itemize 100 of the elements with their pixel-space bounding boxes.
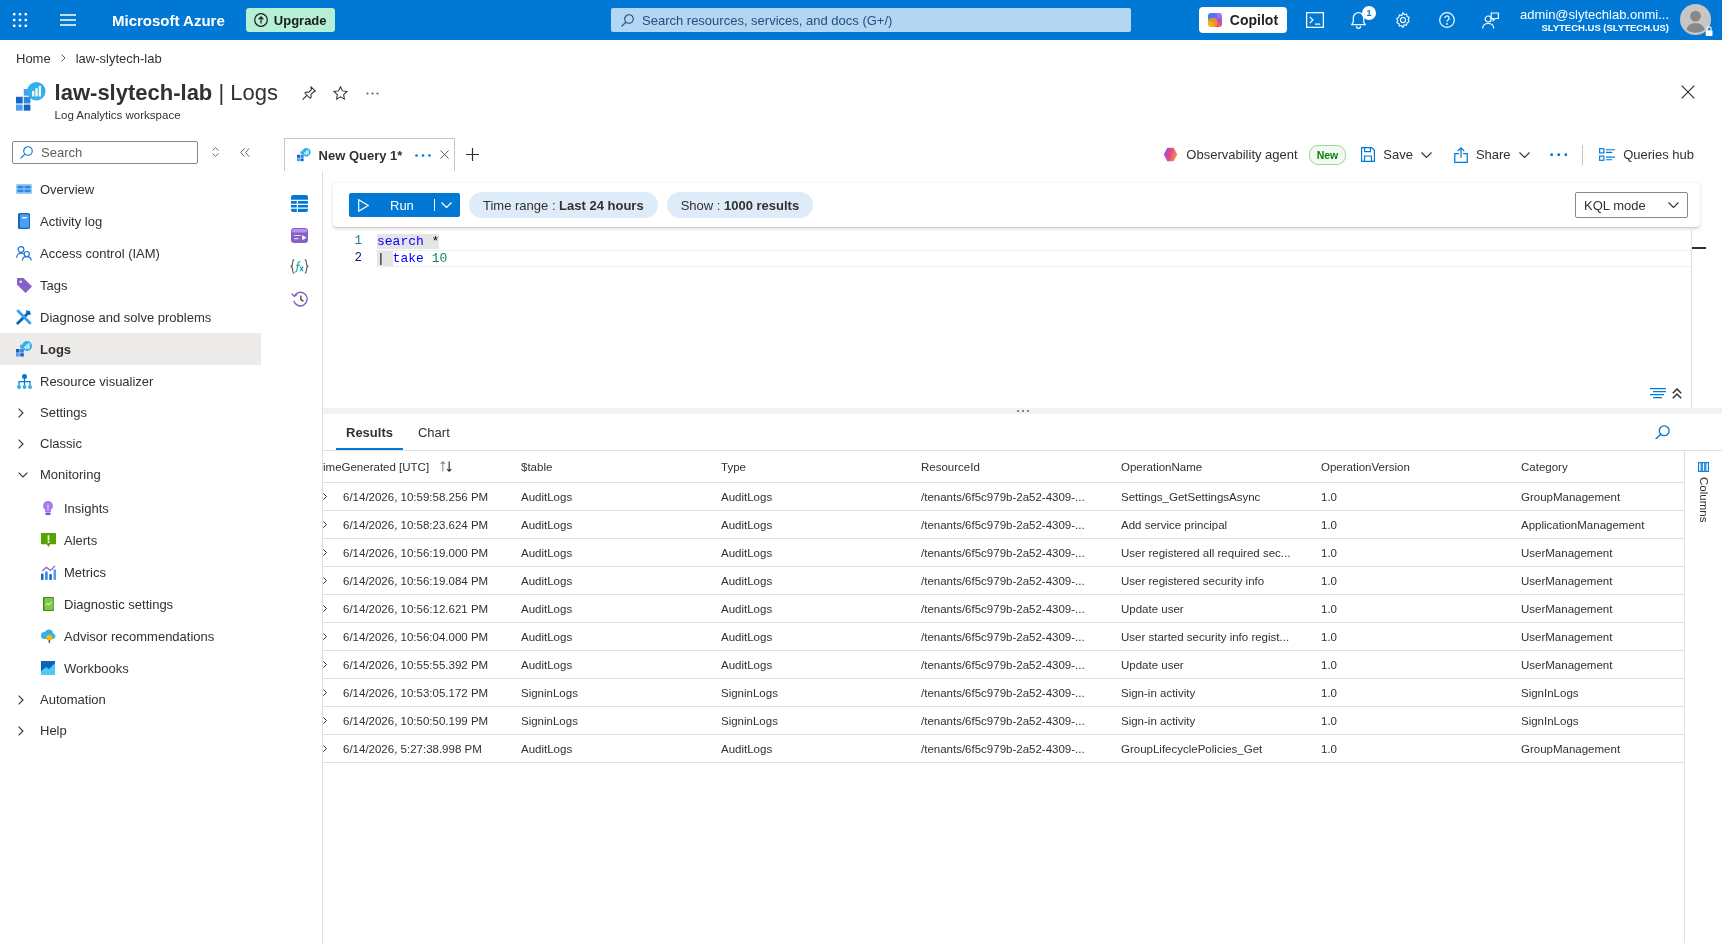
column-header[interactable]: Type [708,451,908,482]
table-cell-text: AuditLogs [520,657,574,673]
table-cell-text: 1.0 [1320,713,1338,729]
notifications-button[interactable]: 1 [1336,0,1381,40]
sidebar-item[interactable]: Alerts [0,524,261,556]
table-cell-text: Sign-in activity [1120,713,1197,729]
columns-panel-button[interactable]: Columns [1697,451,1710,523]
breadcrumb-link[interactable]: Home [16,50,51,66]
sidebar-item[interactable]: Workbooks [0,652,261,684]
chevron-right-icon[interactable] [323,717,327,724]
alert-icon [40,533,56,547]
column-header[interactable]: ResourceId [908,451,1108,482]
sidebar-item[interactable]: Logs [0,333,261,365]
chevron-right-icon[interactable] [323,493,327,500]
upgrade-button[interactable]: Upgrade [245,8,335,32]
results-tab[interactable]: Results [336,414,403,450]
table-cell-text: /tenants/6f5c979b-2a52-4309-... [920,517,1086,533]
table-cell-text: User registered all required sec... [1120,545,1292,561]
cloud-icon [40,629,56,643]
result-limit-button[interactable]: Show : 1000 results [666,192,814,218]
chevron-right-icon[interactable] [323,577,327,584]
save-button[interactable]: Save [1358,139,1435,170]
lightbulb-icon [43,501,53,515]
column-header[interactable]: Category [1508,451,1684,482]
observability-agent-button[interactable]: Observability agent [1160,139,1301,170]
run-button[interactable]: Run [349,193,460,217]
column-header[interactable]: OperationName [1108,451,1308,482]
mode-dropdown[interactable]: KQL mode [1575,192,1688,218]
table-cell: 6/14/2026, 10:56:19.084 PM [343,574,489,587]
table-cell-text: /tenants/6f5c979b-2a52-4309-... [920,741,1086,757]
table-cell-text: 1.0 [1320,545,1338,561]
results-tab[interactable]: Chart [407,414,460,450]
sidebar-group[interactable]: Classic [0,428,261,459]
sort-icon [440,461,453,472]
sidebar-item[interactable]: Diagnostic settings [0,588,261,620]
column-header[interactable]: $table [508,451,708,482]
code-line[interactable]: | take 10 [375,250,1691,267]
table-cell-text: SigninLogs [520,685,579,701]
sidebar-item[interactable]: Tags [0,269,261,301]
table-cell-text: AuditLogs [520,629,574,645]
account-button[interactable]: admin@slytechlab.onmi... SLYTECH.US (SLYTECH.US) [1519,0,1713,40]
history-icon [290,291,308,307]
table-cell-text: AuditLogs [720,489,774,505]
copilot-button[interactable]: Copilot [1198,7,1287,33]
search-button[interactable] [1655,424,1670,440]
table-cell-text: AuditLogs [720,517,774,533]
sidebar-item[interactable]: Insights [0,492,261,524]
sidebar-group[interactable]: Settings [0,397,261,428]
share-button[interactable]: Share [1450,139,1533,170]
table-cell: 6/14/2026, 5:27:38.998 PM [343,742,482,755]
chevron-right-icon[interactable] [323,549,327,556]
chevron-right-icon[interactable] [323,689,327,696]
more-icon [414,153,431,157]
table-cell-text: Add service principal [1120,517,1229,533]
sidebar-item[interactable]: Activity log [0,205,261,237]
column-header[interactable]: imeGenerated [UTC] [323,451,508,482]
search-field[interactable]: Search [12,140,198,164]
page-subtitle: Log Analytics workspace [54,109,182,121]
chevron-right-icon[interactable] [323,633,327,640]
up-down-icon [211,147,219,157]
chevron-right-icon[interactable] [323,521,327,528]
caret-icon [440,202,452,208]
sidebar-item[interactable]: Overview [0,173,261,205]
star-icon [333,86,349,100]
table-cell-text: 1.0 [1320,685,1338,701]
time-range-button[interactable]: Time range : Last 24 hours [469,192,658,218]
chevron-right-icon[interactable] [323,661,327,668]
sidebar-item[interactable]: Diagnose and solve problems [0,301,261,333]
brand-name[interactable]: Microsoft Azure [112,11,225,29]
sidebar-item[interactable]: Metrics [0,556,261,588]
column-header[interactable]: OperationVersion [1308,451,1508,482]
query-tab[interactable]: New Query 1* [284,138,455,171]
tools-icon [16,309,32,325]
table-cell-text: UserManagement [1520,629,1614,645]
format-query-button[interactable] [1650,386,1666,400]
table-cell-text: UserManagement [1520,573,1614,589]
table-cell: 6/14/2026, 10:59:58.256 PM [343,490,489,503]
sidebar-item[interactable]: Resource visualizer [0,365,261,397]
table-cell: 6/14/2026, 10:56:12.621 PM [343,602,489,615]
queries-hub-button[interactable]: Queries hub [1596,139,1697,170]
table-cell-text: 1.0 [1320,601,1338,617]
sidebar-group[interactable]: Monitoring [0,459,261,490]
function-icon [289,259,309,275]
table-icon [290,194,308,212]
chevron-right-icon[interactable] [323,745,327,752]
people-icon [16,245,32,261]
card-icon [290,227,308,243]
chevron-right-icon[interactable] [323,605,327,612]
more-icon [1549,152,1568,157]
breadcrumb-link[interactable]: law-slytech-lab [75,50,162,66]
sidebar-group[interactable]: Help [0,715,261,746]
sidebar-item[interactable]: Access control (IAM) [0,237,261,269]
notebook-icon [42,597,54,611]
table-cell-text: UserManagement [1520,601,1614,617]
format-lines-icon [1650,387,1666,399]
sidebar-group[interactable]: Automation [0,684,261,715]
help-icon [1438,12,1455,28]
search-field[interactable]: Search resources, services, and docs (G+/) [611,8,1131,32]
collapse-editor-button[interactable] [1672,386,1682,400]
sidebar-item[interactable]: Advisor recommendations [0,620,261,652]
